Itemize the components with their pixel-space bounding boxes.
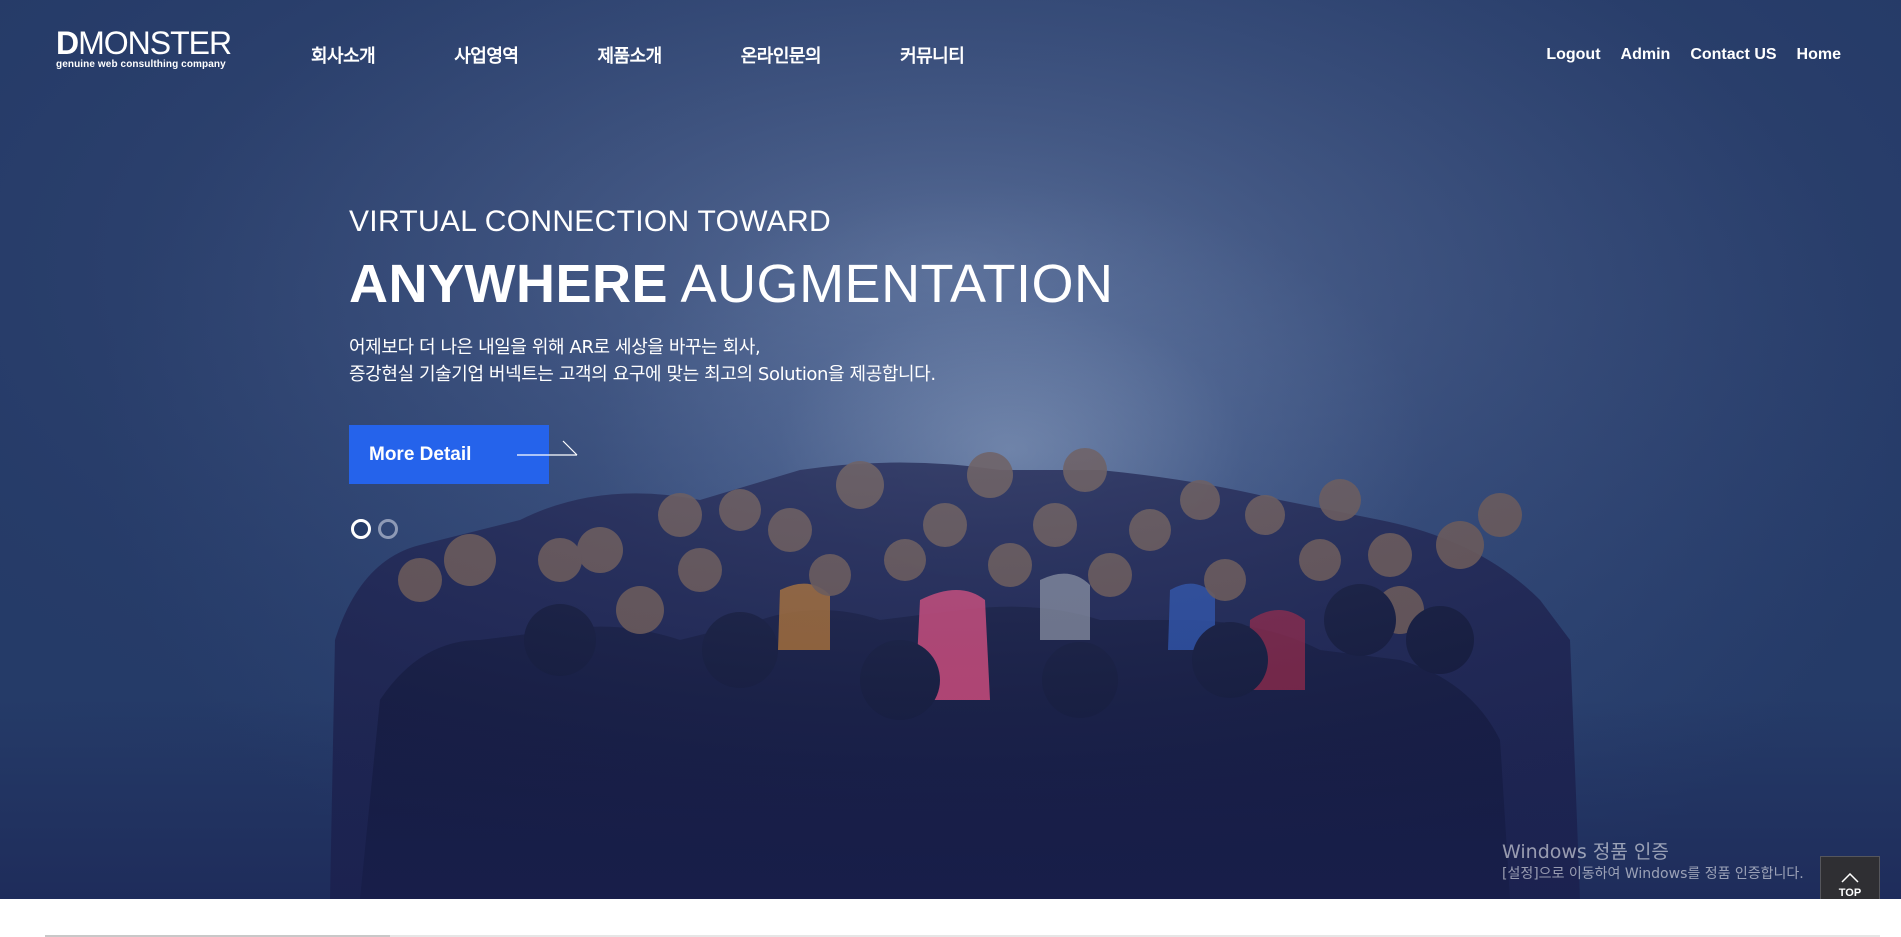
nav-item-products[interactable]: 제품소개 [598,42,663,68]
nav-item-company[interactable]: 회사소개 [311,42,376,68]
hero-section [0,0,1901,899]
logo-word-monster: MONSTER [78,25,232,61]
logo-wordmark: DMONSTER [56,25,232,61]
nav-item-community[interactable]: 커뮤니티 [900,42,965,68]
hero-desc-line-1: 어제보다 더 나은 내일을 위해 AR로 세상을 바꾸는 회사, [349,337,761,358]
slider-pagination [351,519,405,539]
logo-letter-d: D [56,25,79,61]
arrow-right-icon [517,440,578,456]
admin-link[interactable]: Admin [1621,46,1671,64]
nav-item-inquiry[interactable]: 온라인문의 [741,42,822,68]
hero-eyebrow: VIRTUAL CONNECTION TOWARD [349,205,831,238]
more-detail-label: More Detail [369,443,472,465]
headline-bold: ANYWHERE [349,254,669,314]
main-nav: 회사소개 사업영역 제품소개 온라인문의 커뮤니티 [311,42,965,68]
nav-item-business[interactable]: 사업영역 [454,42,519,68]
logo-tagline: genuine web consulthing company [56,59,226,70]
contact-us-link[interactable]: Contact US [1690,46,1776,64]
home-link[interactable]: Home [1797,46,1841,64]
site-logo[interactable]: DMONSTER genuine web consulthing company [56,25,232,70]
next-section [0,899,1901,937]
hero-copy: VIRTUAL CONNECTION TOWARD ANYWHERE AUGME… [349,202,1114,388]
scroll-top-label: TOP [1838,887,1862,899]
utility-nav: Logout Admin Contact US Home [1526,46,1841,64]
headline-light: AUGMENTATION [680,254,1114,314]
chevron-up-icon [1841,873,1859,883]
watermark-title: Windows 정품 인증 [1502,841,1669,863]
windows-activation-watermark: Windows 정품 인증 [설정]으로 이동하여 Windows를 정품 인증… [1502,840,1804,884]
watermark-subtitle: [설정]으로 이동하여 Windows를 정품 인증합니다. [1502,866,1804,882]
hero-description: 어제보다 더 나은 내일을 위해 AR로 세상을 바꾸는 회사, 증강현실 기술… [349,334,1114,388]
logout-link[interactable]: Logout [1546,46,1600,64]
slide-dot-2[interactable] [378,519,398,539]
hero-headline: ANYWHERE AUGMENTATION [349,252,1114,316]
slide-dot-1[interactable] [351,519,371,539]
hero-desc-line-2: 증강현실 기술기업 버넥트는 고객의 요구에 맞는 최고의 Solution을 … [349,364,936,385]
